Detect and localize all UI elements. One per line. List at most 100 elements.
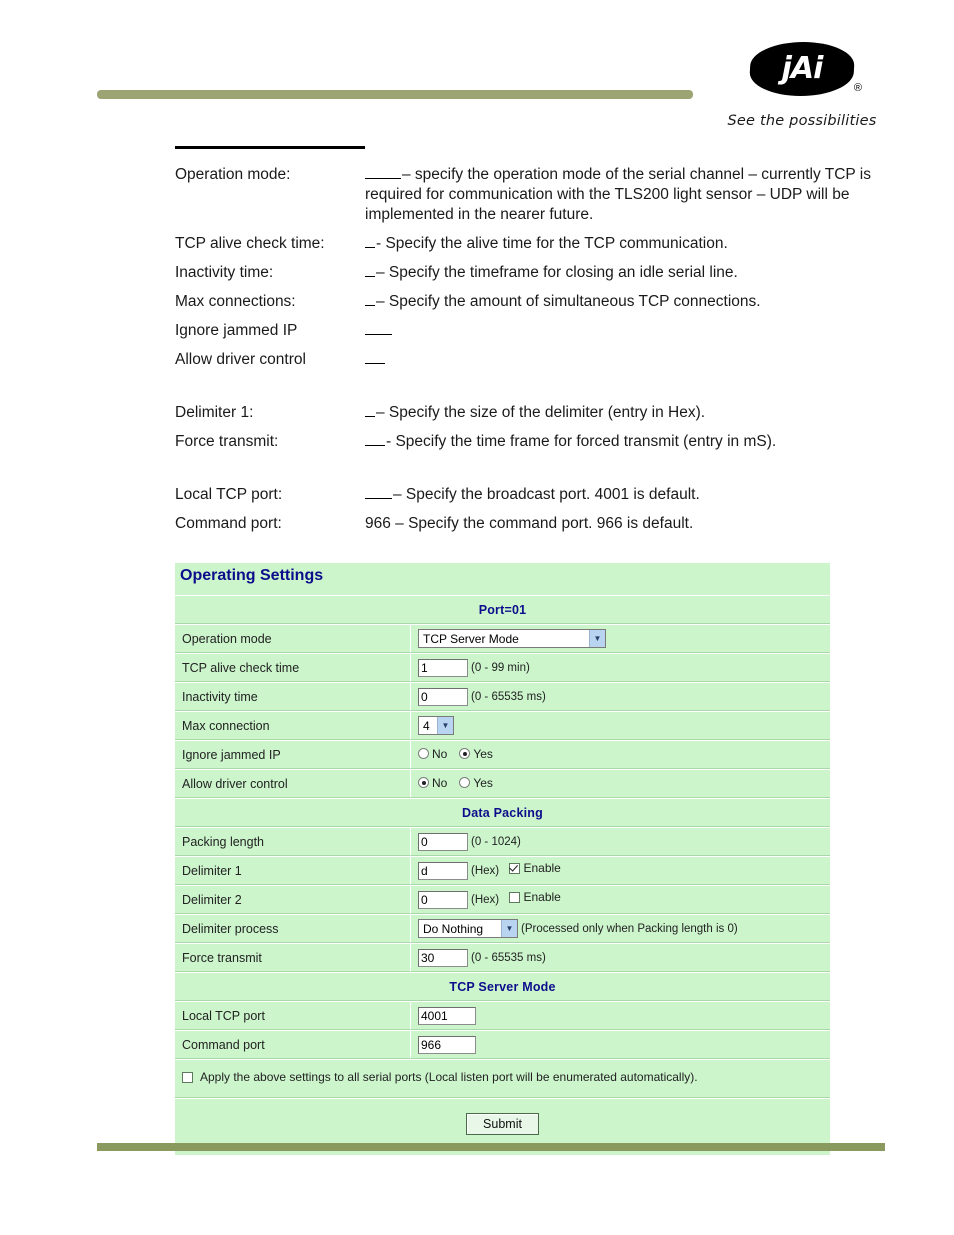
footer-accent-bar xyxy=(97,1143,885,1151)
desc-text: - Specify the time frame for forced tran… xyxy=(386,433,777,450)
delimiter-1-enable-label: Enable xyxy=(523,861,561,876)
force-transmit-hint: (0 - 65535 ms) xyxy=(471,951,546,964)
delimiter-2-enable-checkbox-group[interactable]: Enable xyxy=(509,890,561,905)
tcp-alive-check-time-hint: (0 - 99 min) xyxy=(471,661,530,674)
section-header-data-packing-label: Data Packing xyxy=(175,798,830,827)
logo-tagline: See the possibilities xyxy=(727,113,877,129)
blank-fill xyxy=(365,485,392,499)
delimiter-2-enable-label: Enable xyxy=(523,890,561,905)
delimiter-process-value: Do Nothing xyxy=(423,921,484,936)
apply-all-ports-label: Apply the above settings to all serial p… xyxy=(200,1070,698,1084)
blank-fill xyxy=(365,263,375,277)
blank-fill xyxy=(365,350,385,364)
desc-row-max-connections: Max connections: – Specify the amount of… xyxy=(175,292,895,312)
desc-text: – Specify the amount of simultaneous TCP… xyxy=(376,293,761,310)
delimiter-1-enable-checkbox-group[interactable]: Enable xyxy=(509,861,561,876)
operation-mode-select[interactable]: TCP Server Mode ▼ xyxy=(418,629,606,648)
checkbox-checked-icon[interactable] xyxy=(509,862,521,874)
delimiter-1-input[interactable]: d xyxy=(418,861,468,880)
force-transmit-input[interactable]: 30 xyxy=(418,948,468,967)
radio-icon[interactable] xyxy=(459,777,471,789)
allow-driver-control-option-yes[interactable]: Yes xyxy=(459,776,493,790)
row-tcp-alive-check-time: TCP alive check time 1 (0 - 99 min) xyxy=(175,653,830,682)
tcp-alive-check-time-input[interactable]: 1 xyxy=(418,658,468,677)
chevron-down-icon: ▼ xyxy=(501,920,517,937)
submit-button[interactable]: Submit xyxy=(466,1113,539,1135)
row-apply-all-ports: Apply the above settings to all serial p… xyxy=(175,1059,830,1098)
delimiter-process-select[interactable]: Do Nothing ▼ xyxy=(418,919,518,938)
field-delimiter-process: Do Nothing ▼ (Processed only when Packin… xyxy=(411,914,830,943)
section-header-tcp-server-mode: TCP Server Mode xyxy=(175,972,830,1001)
apply-all-ports-checkbox-group[interactable]: Apply the above settings to all serial p… xyxy=(182,1070,698,1084)
blank-fill xyxy=(365,292,375,306)
delimiter-2-input[interactable]: 0 xyxy=(418,890,468,909)
ignore-jammed-ip-option-no[interactable]: No xyxy=(418,747,447,761)
field-delimiter-2: 0 (Hex) Enable xyxy=(411,885,830,914)
desc-label: Command port: xyxy=(175,515,282,532)
blank-fill xyxy=(365,432,385,446)
desc-text: – Specify the size of the delimiter (ent… xyxy=(376,404,706,421)
label-delimiter-2: Delimiter 2 xyxy=(175,885,411,914)
packing-length-input[interactable]: 0 xyxy=(418,832,468,851)
chevron-down-icon: ▼ xyxy=(437,717,453,734)
desc-text: – Specify the timeframe for closing an i… xyxy=(376,264,738,281)
section-header-data-packing: Data Packing xyxy=(175,798,830,827)
desc-row-operation-mode: Operation mode: – specify the operation … xyxy=(175,165,895,225)
chevron-down-icon: ▼ xyxy=(589,630,605,647)
desc-label: Allow driver control xyxy=(175,351,306,368)
radio-icon[interactable] xyxy=(418,748,429,760)
row-delimiter-process: Delimiter process Do Nothing ▼ (Processe… xyxy=(175,914,830,943)
desc-row-ignore-jammed-ip: Ignore jammed IP xyxy=(175,321,895,341)
row-ignore-jammed-ip: Ignore jammed IP No Yes xyxy=(175,740,830,769)
radio-icon-selected[interactable] xyxy=(459,748,471,760)
jai-logo-mark: jAi xyxy=(748,42,856,96)
settings-form-table: Port=01 Operation mode TCP Server Mode ▼… xyxy=(175,595,830,1098)
desc-value: - Specify the time frame for forced tran… xyxy=(365,432,895,452)
desc-row-inactivity-time: Inactivity time: – Specify the timeframe… xyxy=(175,263,895,283)
page-header: jAi ® See the possibilities xyxy=(0,0,954,140)
label-ignore-jammed-ip: Ignore jammed IP xyxy=(175,740,411,769)
field-force-transmit: 30 (0 - 65535 ms) xyxy=(411,943,830,972)
desc-label: Max connections: xyxy=(175,293,296,310)
label-allow-driver-control: Allow driver control xyxy=(175,769,411,798)
label-force-transmit: Force transmit xyxy=(175,943,411,972)
label-command-port: Command port xyxy=(175,1030,411,1059)
label-tcp-alive-check-time: TCP alive check time xyxy=(175,653,411,682)
desc-value xyxy=(365,350,895,370)
radio-icon-selected[interactable] xyxy=(418,777,429,789)
ignore-jammed-ip-option-yes[interactable]: Yes xyxy=(459,747,493,761)
operation-mode-value: TCP Server Mode xyxy=(423,631,519,646)
desc-value: - Specify the alive time for the TCP com… xyxy=(365,234,895,254)
panel-title: Operating Settings xyxy=(180,567,324,584)
blank-fill xyxy=(365,234,375,248)
label-max-connection: Max connection xyxy=(175,711,411,740)
row-force-transmit: Force transmit 30 (0 - 65535 ms) xyxy=(175,943,830,972)
row-packing-length: Packing length 0 (0 - 1024) xyxy=(175,827,830,856)
field-tcp-alive-check-time: 1 (0 - 99 min) xyxy=(411,653,830,682)
command-port-input[interactable]: 966 xyxy=(418,1035,476,1054)
inactivity-time-input[interactable]: 0 xyxy=(418,687,468,706)
delimiter-process-hint: (Processed only when Packing length is 0… xyxy=(521,922,738,935)
row-inactivity-time: Inactivity time 0 (0 - 65535 ms) xyxy=(175,682,830,711)
label-operation-mode: Operation mode xyxy=(175,624,411,653)
desc-label: Operation mode: xyxy=(175,166,291,183)
field-packing-length: 0 (0 - 1024) xyxy=(411,827,830,856)
field-max-connection: 4 ▼ xyxy=(411,711,830,740)
blank-fill xyxy=(365,403,375,417)
max-connection-select[interactable]: 4 ▼ xyxy=(418,716,454,735)
local-tcp-port-input[interactable]: 4001 xyxy=(418,1006,476,1025)
field-local-tcp-port: 4001 xyxy=(411,1001,830,1030)
desc-label: Ignore jammed IP xyxy=(175,322,298,339)
checkbox-icon[interactable] xyxy=(509,891,521,903)
section-header-port-label: Port=01 xyxy=(175,595,830,624)
field-inactivity-time: 0 (0 - 65535 ms) xyxy=(411,682,830,711)
jai-logo-text: jAi xyxy=(781,51,823,86)
desc-label: Local TCP port: xyxy=(175,486,283,503)
registered-trademark-icon: ® xyxy=(853,82,862,94)
desc-row-tcp-alive-check-time: TCP alive check time: - Specify the aliv… xyxy=(175,234,895,254)
field-allow-driver-control: No Yes xyxy=(411,769,830,798)
allow-driver-control-radio-group: No Yes xyxy=(418,776,493,790)
checkbox-icon[interactable] xyxy=(182,1071,193,1083)
allow-driver-control-option-no[interactable]: No xyxy=(418,776,447,790)
row-max-connection: Max connection 4 ▼ xyxy=(175,711,830,740)
